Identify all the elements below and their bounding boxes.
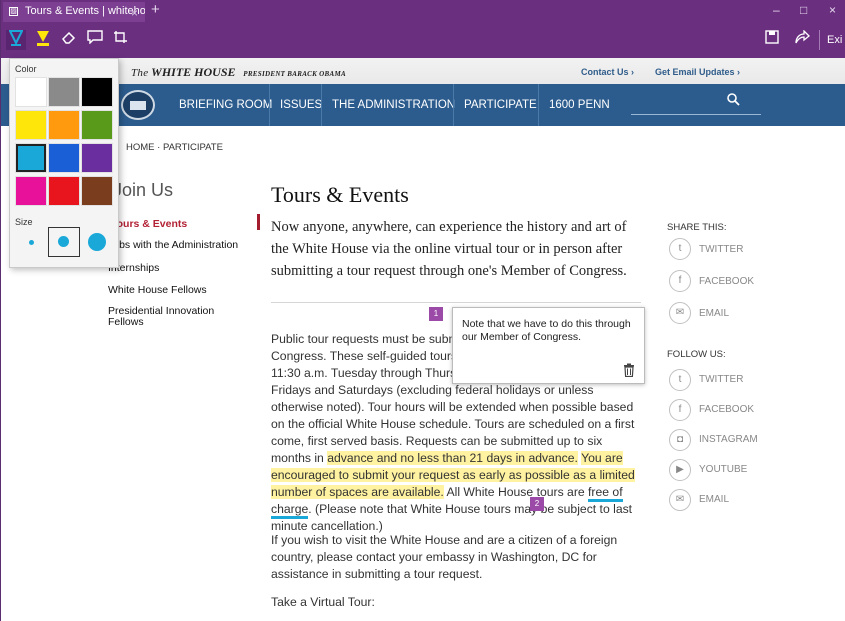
share-facebook-label[interactable]: FACEBOOK <box>699 276 754 287</box>
web-note-toolbar: Exi <box>1 22 845 58</box>
note-popup[interactable]: Note that we have to do this through our… <box>452 307 645 384</box>
color-swatch[interactable] <box>48 110 80 140</box>
search-input[interactable] <box>631 114 761 115</box>
tab-title: Tours & Events | whiteho <box>25 5 145 17</box>
color-swatch[interactable] <box>15 143 47 173</box>
exit-button[interactable]: Exi <box>827 34 842 46</box>
white-house-seal-icon[interactable] <box>121 90 155 120</box>
browser-tab[interactable]: ▨ Tours & Events | whiteho × <box>3 2 145 22</box>
share-email-label[interactable]: EMAIL <box>699 308 729 319</box>
email-follow-icon[interactable]: ✉ <box>669 489 691 511</box>
size-label: Size <box>15 217 33 227</box>
follow-twitter-label[interactable]: TWITTER <box>699 374 743 385</box>
nav-briefing-room[interactable]: BRIEFING ROOM <box>169 84 282 126</box>
nav-1600-penn[interactable]: 1600 PENN <box>538 84 620 126</box>
follow-instagram-label[interactable]: INSTAGRAM <box>699 434 758 445</box>
color-swatch[interactable] <box>48 176 80 206</box>
color-swatch[interactable] <box>48 143 80 173</box>
email-share-icon[interactable]: ✉ <box>669 302 691 324</box>
side-heading: Join Us <box>113 180 174 200</box>
twitter-share-icon[interactable]: t <box>669 238 691 260</box>
minimize-button[interactable]: – <box>773 3 780 17</box>
facebook-share-icon[interactable]: f <box>669 270 691 292</box>
side-link-jobs[interactable]: Jobs with the Administration <box>108 239 238 251</box>
pen-icon[interactable] <box>6 30 26 50</box>
lead-paragraph: Now anyone, anywhere, can experience the… <box>271 219 627 279</box>
share-icon[interactable] <box>794 29 810 47</box>
color-swatch[interactable] <box>81 143 113 173</box>
para-text-3: . (Please note that White House tours ma… <box>271 502 633 533</box>
nav-administration[interactable]: THE ADMINISTRATION <box>321 84 465 126</box>
side-link-tours[interactable]: Tours & Events <box>111 218 187 230</box>
note-text[interactable]: Note that we have to do this through our… <box>462 318 637 344</box>
site-top-bar: The WHITE HOUSE PRESIDENT BARACK OBAMA C… <box>1 58 845 84</box>
divider <box>271 302 641 303</box>
site-brand[interactable]: The WHITE HOUSE PRESIDENT BARACK OBAMA <box>131 65 346 80</box>
eraser-icon[interactable] <box>59 30 79 50</box>
note-pin-2[interactable]: 2 <box>530 497 544 511</box>
color-swatch[interactable] <box>81 110 113 140</box>
share-twitter-label[interactable]: TWITTER <box>699 244 743 255</box>
web-page: The WHITE HOUSE PRESIDENT BARACK OBAMA C… <box>1 58 845 621</box>
foreign-visitor-paragraph: If you wish to visit the White House and… <box>271 533 618 581</box>
note-pin-1[interactable]: 1 <box>429 307 443 321</box>
color-swatch[interactable] <box>15 176 47 206</box>
main-nav: BRIEFING ROOM ISSUES THE ADMINISTRATION … <box>1 84 845 126</box>
brand-sub: PRESIDENT BARACK OBAMA <box>243 70 346 78</box>
youtube-follow-icon[interactable]: ▶ <box>669 459 691 481</box>
search-icon[interactable] <box>727 93 740 109</box>
page-title: Tours & Events <box>271 182 409 207</box>
para-text-2: All White House tours are <box>443 485 589 499</box>
highlight-1: advance and no less than 21 days in adva… <box>327 451 578 465</box>
color-swatch[interactable] <box>81 176 113 206</box>
color-swatch[interactable] <box>15 110 47 140</box>
title-accent-bar <box>257 214 260 230</box>
color-swatch[interactable] <box>81 77 113 107</box>
email-updates-link[interactable]: Get Email Updates › <box>655 67 740 77</box>
size-large-option[interactable] <box>88 233 106 251</box>
contact-us-link[interactable]: Contact Us › <box>581 67 634 77</box>
follow-heading: FOLLOW US: <box>667 349 726 360</box>
pen-options-panel: Color Size <box>9 58 119 268</box>
new-tab-button[interactable]: + <box>151 1 160 18</box>
trash-icon[interactable] <box>623 363 635 380</box>
size-small-option[interactable] <box>29 240 34 245</box>
facebook-follow-icon[interactable]: f <box>669 399 691 421</box>
close-window-button[interactable]: × <box>829 3 836 17</box>
maximize-button[interactable]: □ <box>800 3 807 17</box>
size-medium-option[interactable] <box>48 227 80 257</box>
nav-participate[interactable]: PARTICIPATE <box>453 84 547 126</box>
virtual-tour-label: Take a Virtual Tour: <box>271 595 375 609</box>
page-icon: ▨ <box>9 7 18 16</box>
color-swatch[interactable] <box>15 77 47 107</box>
follow-youtube-label[interactable]: YOUTUBE <box>699 464 747 475</box>
side-link-fellows[interactable]: White House Fellows <box>108 284 207 296</box>
breadcrumb[interactable]: HOME · PARTICIPATE <box>126 142 223 153</box>
title-bar: ▨ Tours & Events | whiteho × + – □ × <box>1 0 845 22</box>
color-swatch[interactable] <box>48 77 80 107</box>
highlighter-icon[interactable] <box>33 30 53 50</box>
color-label: Color <box>15 64 37 74</box>
twitter-follow-icon[interactable]: t <box>669 369 691 391</box>
close-tab-icon[interactable]: × <box>131 4 138 22</box>
save-icon[interactable] <box>765 30 779 47</box>
size-medium-dot <box>58 236 69 247</box>
toolbar-divider <box>819 30 820 50</box>
comment-icon[interactable] <box>85 30 105 50</box>
follow-email-label[interactable]: EMAIL <box>699 494 729 505</box>
browser-window: ▨ Tours & Events | whiteho × + – □ × Exi… <box>0 0 845 621</box>
instagram-follow-icon[interactable]: ◘ <box>669 429 691 451</box>
clip-icon[interactable] <box>111 30 131 50</box>
side-link-innovation[interactable]: Presidential Innovation Fellows <box>108 306 228 328</box>
brand-the: The <box>131 67 149 79</box>
share-heading: SHARE THIS: <box>667 222 727 233</box>
follow-facebook-label[interactable]: FACEBOOK <box>699 404 754 415</box>
brand-name: WHITE HOUSE <box>151 65 236 79</box>
